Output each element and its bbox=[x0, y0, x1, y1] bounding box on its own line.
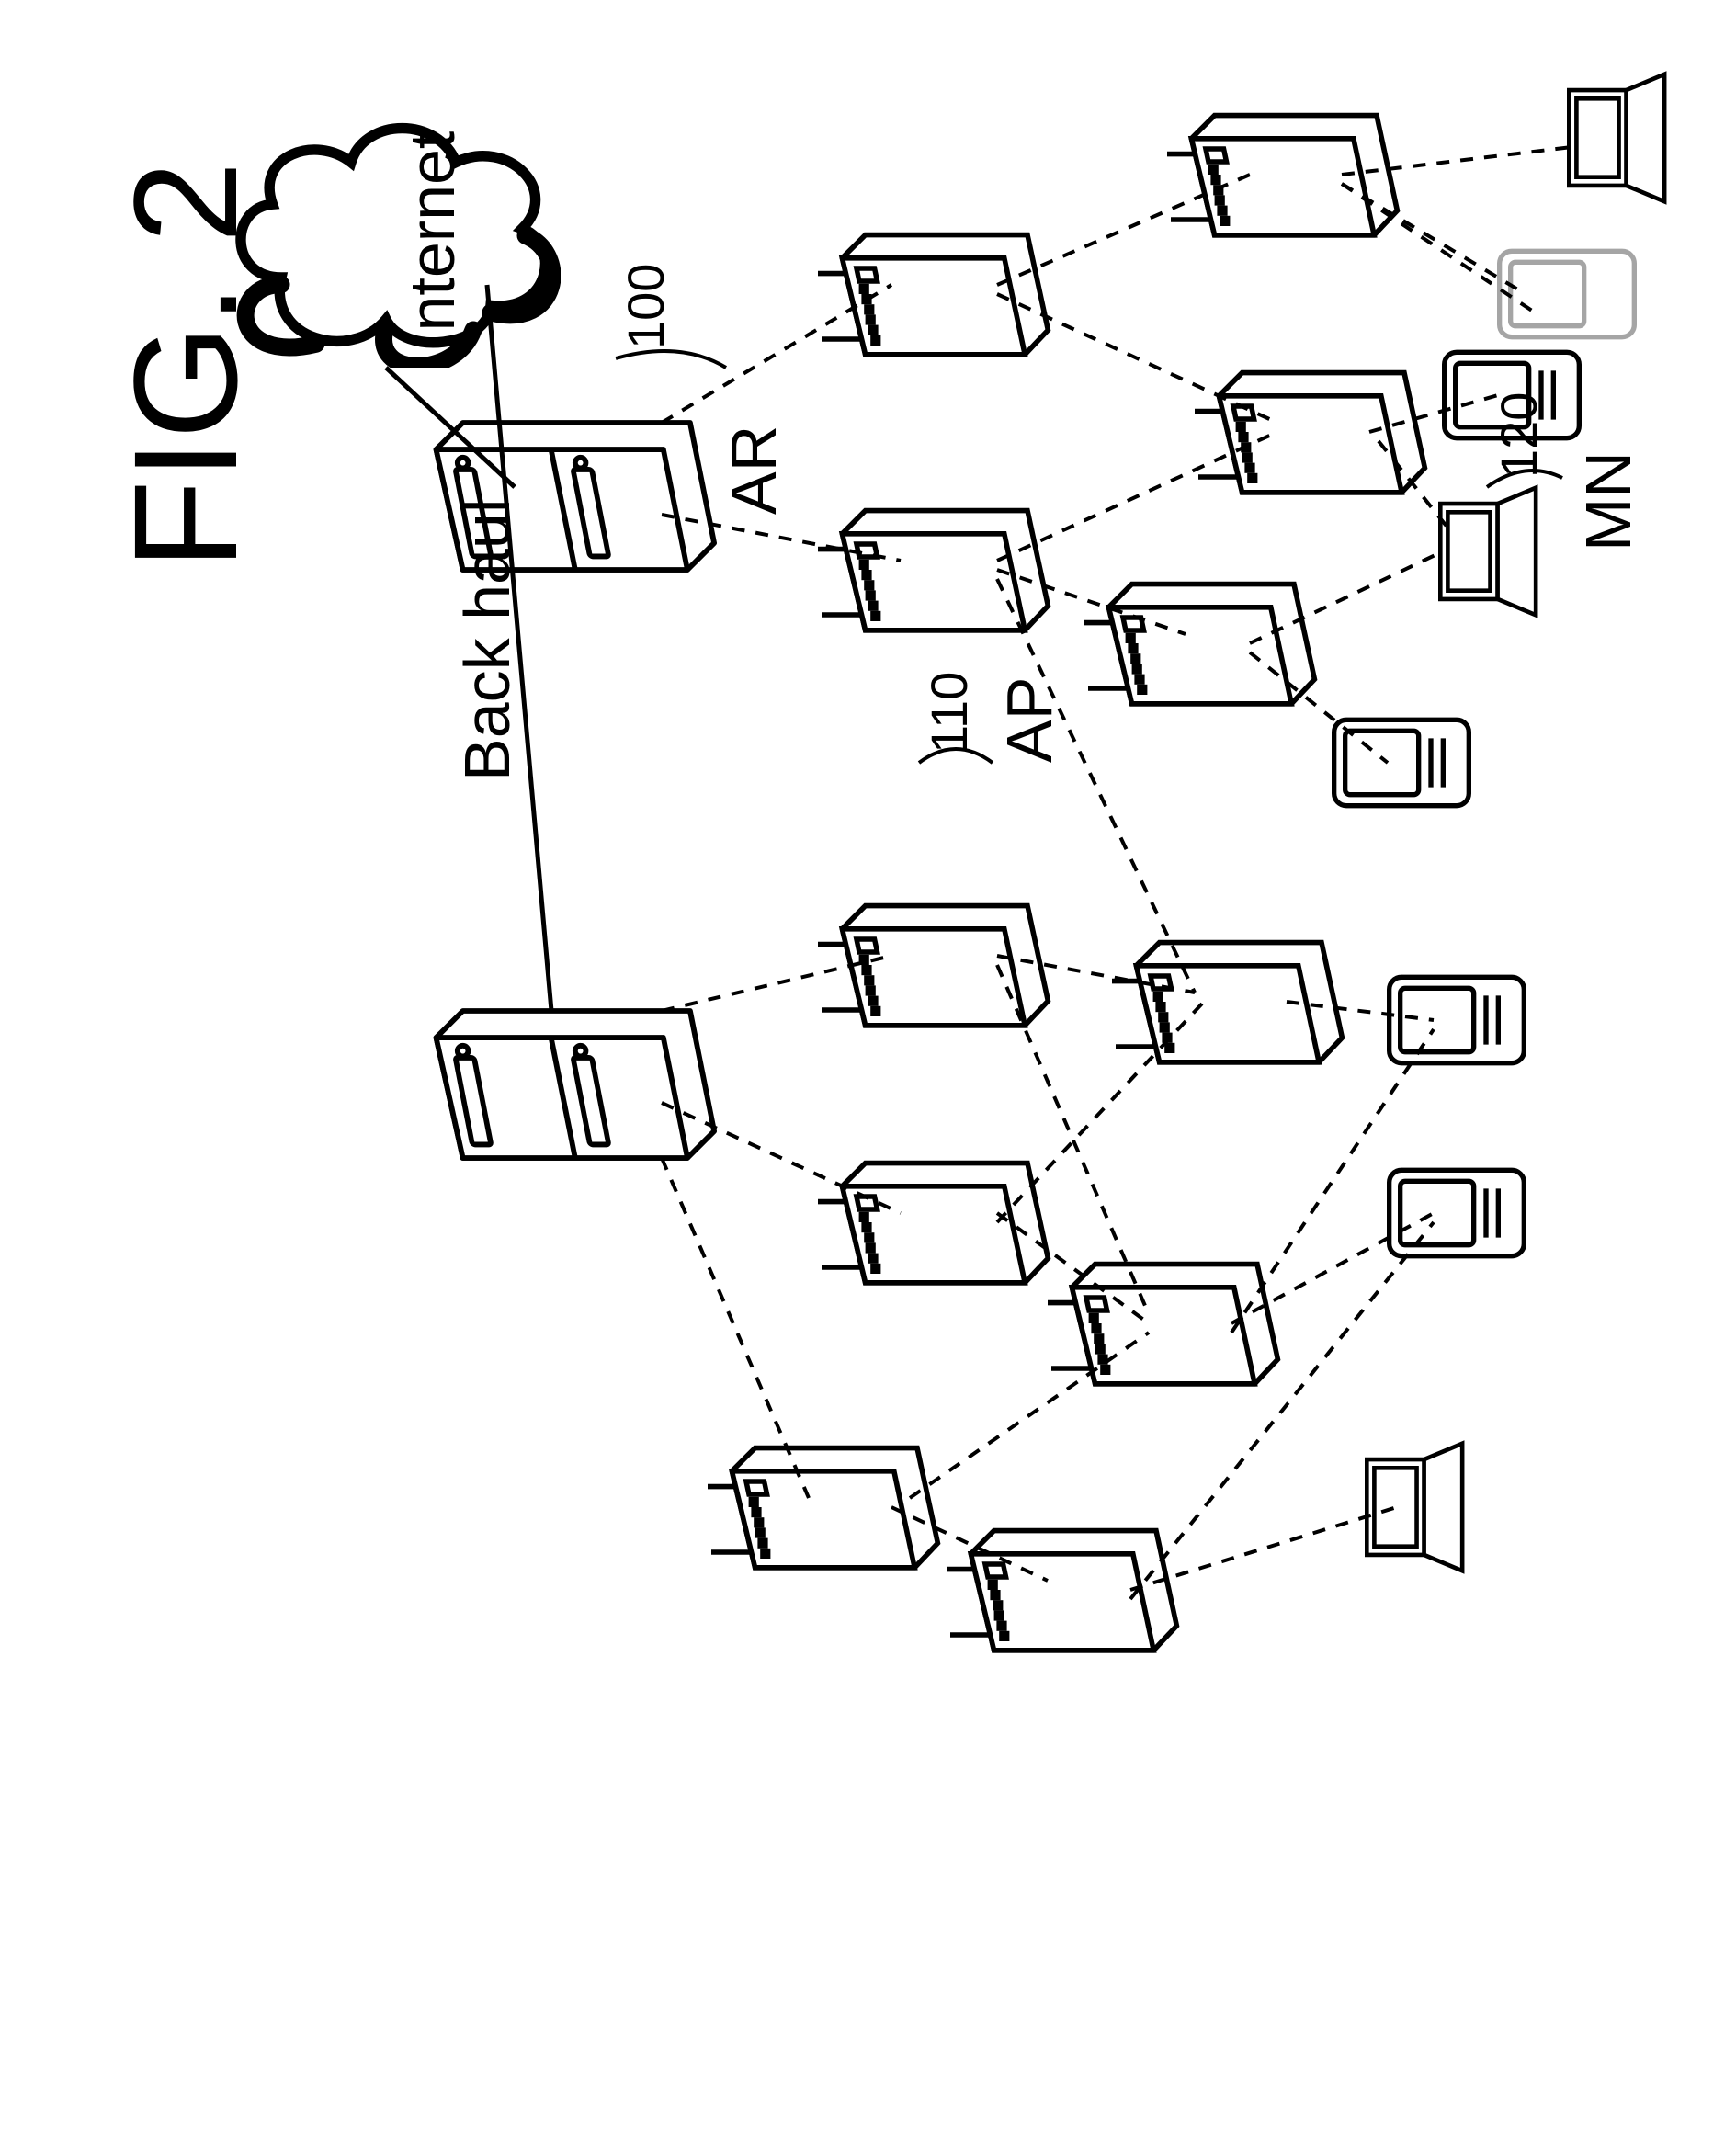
edge-layer bbox=[0, 0, 1736, 2133]
diagram-stage: FIG. 2 Internet 100 AR Back haul bbox=[0, 0, 1736, 2133]
